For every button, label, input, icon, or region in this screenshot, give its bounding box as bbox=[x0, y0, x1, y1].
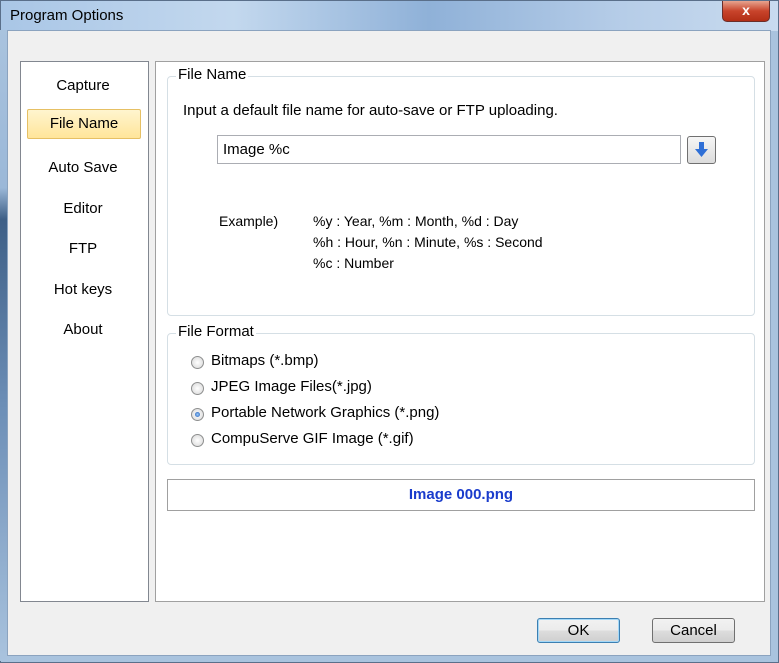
filename-preview: Image 000.png bbox=[167, 479, 755, 511]
sidebar-item-about[interactable]: About bbox=[27, 315, 139, 345]
radio-gif-label[interactable]: CompuServe GIF Image (*.gif) bbox=[211, 430, 414, 447]
sidebar-item-capture[interactable]: Capture bbox=[27, 71, 139, 101]
sidebar-item-auto-save[interactable]: Auto Save bbox=[27, 153, 139, 183]
cancel-button[interactable]: Cancel bbox=[652, 618, 735, 643]
ok-button[interactable]: OK bbox=[537, 618, 620, 643]
file-name-input-value: Image %c bbox=[223, 141, 290, 158]
sidebar-item-file-name[interactable]: File Name bbox=[27, 109, 141, 139]
radio-jpg-label[interactable]: JPEG Image Files(*.jpg) bbox=[211, 378, 372, 395]
radio-bmp[interactable] bbox=[191, 356, 204, 369]
file-format-group-title: File Format bbox=[176, 323, 256, 340]
window-title: Program Options bbox=[10, 7, 124, 24]
sidebar-item-hot-keys[interactable]: Hot keys bbox=[27, 275, 139, 305]
radio-png[interactable] bbox=[191, 408, 204, 421]
radio-bmp-label[interactable]: Bitmaps (*.bmp) bbox=[211, 352, 319, 369]
arrow-down-icon bbox=[695, 142, 708, 157]
window-frame-left bbox=[0, 30, 7, 661]
file-name-instruction: Input a default file name for auto-save … bbox=[183, 102, 558, 119]
file-name-group-title: File Name bbox=[176, 66, 249, 83]
radio-gif[interactable] bbox=[191, 434, 204, 447]
example-line-2: %h : Hour, %n : Minute, %s : Second bbox=[313, 234, 543, 250]
sidebar-item-editor[interactable]: Editor bbox=[27, 194, 139, 224]
sidebar-item-ftp[interactable]: FTP bbox=[27, 234, 139, 264]
close-icon: x bbox=[742, 2, 750, 18]
options-sidebar: Capture File Name Auto Save Editor FTP H… bbox=[20, 61, 149, 602]
title-bar[interactable]: Program Options x bbox=[1, 1, 778, 31]
example-label: Example) bbox=[219, 213, 279, 229]
radio-jpg[interactable] bbox=[191, 382, 204, 395]
insert-variable-button[interactable] bbox=[687, 136, 716, 164]
example-line-3: %c : Number bbox=[313, 255, 394, 271]
close-button[interactable]: x bbox=[722, 1, 770, 22]
radio-png-label[interactable]: Portable Network Graphics (*.png) bbox=[211, 404, 439, 421]
file-name-input[interactable]: Image %c bbox=[217, 135, 681, 164]
example-line-1: %y : Year, %m : Month, %d : Day bbox=[313, 213, 519, 229]
